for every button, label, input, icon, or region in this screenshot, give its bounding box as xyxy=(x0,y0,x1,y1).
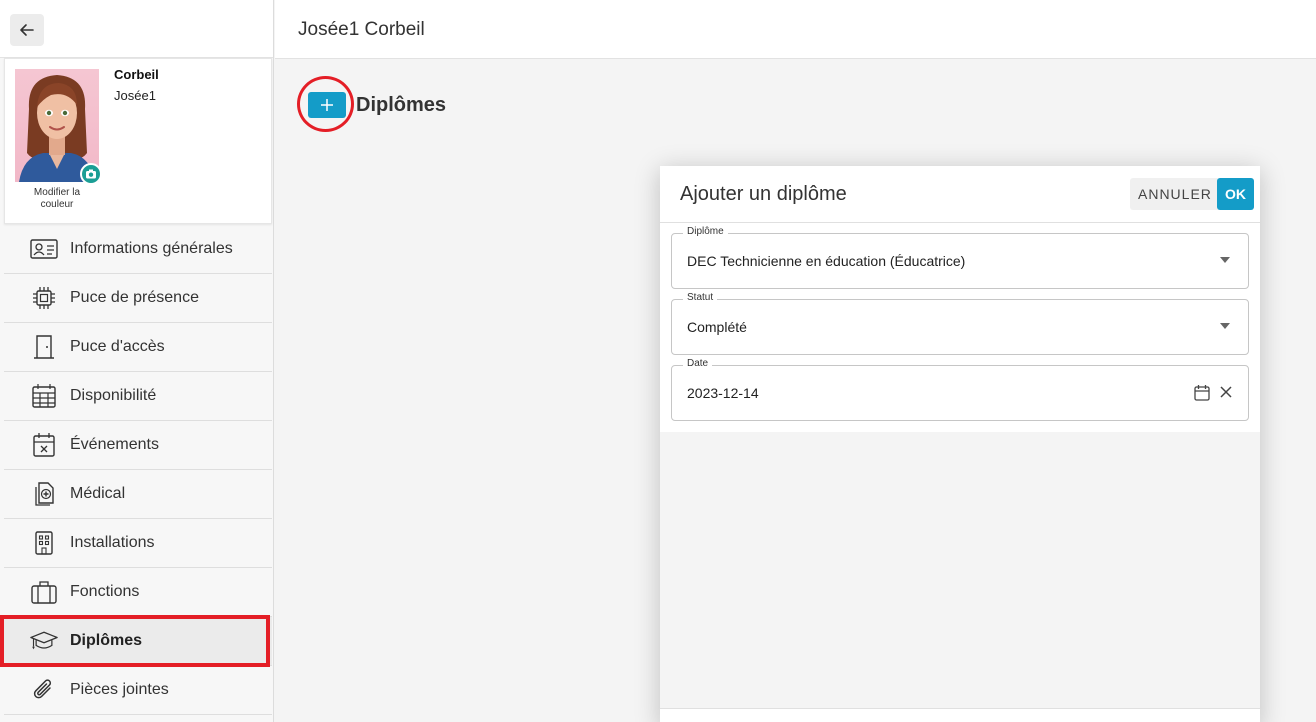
dialog-header: Ajouter un diplôme ANNULER OK xyxy=(660,166,1260,223)
dropdown-arrow-icon xyxy=(1220,257,1230,263)
sidebar-item-fonctions[interactable]: Fonctions xyxy=(4,568,272,617)
sidebar-item-puce-acces[interactable]: Puce d'accès xyxy=(4,323,272,372)
sidebar-item-diplomes[interactable]: Diplômes xyxy=(4,617,272,666)
sidebar-item-evenements[interactable]: Événements xyxy=(4,421,272,470)
sidebar-item-pieces-jointes[interactable]: Pièces jointes xyxy=(4,666,272,715)
field-value: DEC Technicienne en éducation (Éducatric… xyxy=(687,253,966,269)
dropdown-arrow-icon xyxy=(1220,323,1230,329)
sidebar-item-label: Médical xyxy=(70,485,126,502)
sidebar-item-informations-generales[interactable]: Informations générales xyxy=(4,225,272,274)
date-field[interactable]: Date 2023-12-14 xyxy=(671,358,1249,421)
briefcase-icon xyxy=(30,578,58,606)
back-button[interactable] xyxy=(10,14,44,46)
graduation-cap-icon xyxy=(30,627,58,655)
sidebar-item-puce-presence[interactable]: Puce de présence xyxy=(4,274,272,323)
sidebar-item-label: Informations générales xyxy=(70,240,233,257)
section-title: Diplômes xyxy=(356,93,447,116)
profile-last-name: Corbeil xyxy=(114,67,159,82)
ok-button[interactable]: OK xyxy=(1217,178,1254,210)
sidebar-item-medical[interactable]: Médical xyxy=(4,470,272,519)
sidebar-item-label: Disponibilité xyxy=(70,387,157,404)
section-header: Diplômes xyxy=(308,92,446,118)
dialog-form: Diplôme DEC Technicienne en éducation (É… xyxy=(660,223,1260,432)
sidebar: Modifier la couleur Corbeil Josée1 Infor… xyxy=(0,0,274,722)
page-title: Josée1 Corbeil xyxy=(298,19,425,40)
modify-color-link[interactable]: Modifier la couleur xyxy=(19,187,95,211)
building-icon xyxy=(30,529,58,557)
calendar-icon[interactable] xyxy=(1193,384,1211,407)
field-value: Complété xyxy=(687,319,747,335)
door-icon xyxy=(30,333,58,361)
top-bar: Josée1 Corbeil xyxy=(275,0,1316,59)
sidebar-item-label: Fonctions xyxy=(70,583,140,600)
dialog-footer xyxy=(660,708,1260,722)
sidebar-item-label: Événements xyxy=(70,436,159,453)
sidebar-item-installations[interactable]: Installations xyxy=(4,519,272,568)
calendar-grid-icon xyxy=(30,382,58,410)
field-value: 2023-12-14 xyxy=(687,385,759,401)
sidebar-item-label: Puce d'accès xyxy=(70,338,165,355)
paperclip-icon xyxy=(30,676,58,704)
back-bar xyxy=(0,0,273,58)
field-label: Date xyxy=(683,358,713,369)
field-label: Diplôme xyxy=(683,226,728,237)
arrow-left-icon xyxy=(20,24,34,36)
calendar-x-icon xyxy=(30,431,58,459)
sidebar-item-label: Installations xyxy=(70,534,155,551)
add-diploma-button[interactable] xyxy=(308,92,346,118)
profile-card: Modifier la couleur Corbeil Josée1 xyxy=(4,58,272,224)
change-photo-button[interactable] xyxy=(80,163,102,185)
dialog-title: Ajouter un diplôme xyxy=(680,183,847,205)
sidebar-item-label: Pièces jointes xyxy=(70,681,169,698)
plus-icon xyxy=(321,99,333,111)
chip-icon xyxy=(30,284,58,312)
sidebar-menu: Informations générales Puce de présence … xyxy=(4,225,272,715)
medical-icon xyxy=(30,480,58,508)
sidebar-item-label: Puce de présence xyxy=(70,289,199,306)
diploma-select[interactable]: Diplôme DEC Technicienne en éducation (É… xyxy=(671,226,1249,289)
sidebar-item-label: Diplômes xyxy=(70,632,143,649)
cancel-button[interactable]: ANNULER xyxy=(1130,178,1220,210)
status-select[interactable]: Statut Complété xyxy=(671,292,1249,355)
clear-icon[interactable] xyxy=(1218,384,1234,405)
camera-icon xyxy=(86,169,96,179)
id-card-icon xyxy=(30,235,58,263)
field-label: Statut xyxy=(683,292,718,303)
profile-first-name: Josée1 xyxy=(114,88,156,103)
add-diploma-dialog: Ajouter un diplôme ANNULER OK Diplôme DE… xyxy=(660,166,1260,722)
sidebar-item-disponibilite[interactable]: Disponibilité xyxy=(4,372,272,421)
